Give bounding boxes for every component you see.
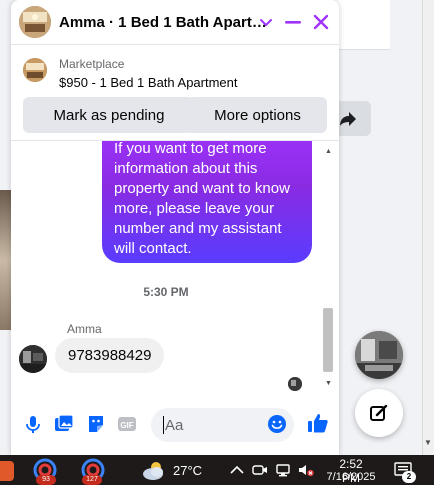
emoji-icon[interactable]: [267, 414, 287, 434]
seen-indicator-avatar: [288, 377, 302, 391]
listing-title: $950 - 1 Bed 1 Bath Apartment: [59, 75, 238, 90]
clock-date[interactable]: 7/16/2025: [324, 471, 378, 483]
message-composer: GIF: [11, 400, 339, 448]
network-icon[interactable]: [275, 463, 291, 477]
sticker-icon[interactable]: [86, 414, 106, 434]
message-timestamp: 5:30 PM: [143, 285, 189, 299]
message-thread[interactable]: If you want to get more information abou…: [11, 140, 339, 394]
camera-icon[interactable]: [252, 463, 268, 477]
chevron-up-icon[interactable]: [229, 463, 245, 477]
chat-head-avatar[interactable]: [355, 331, 403, 379]
svg-text:GIF: GIF: [120, 421, 133, 430]
weather-cloud-icon[interactable]: [141, 459, 167, 481]
compose-icon: [370, 404, 388, 421]
scroll-thumb[interactable]: [323, 308, 333, 372]
received-message-bubble[interactable]: 9783988429: [55, 338, 165, 373]
marketplace-listing[interactable]: Marketplace $950 - 1 Bed 1 Bath Apartmen…: [11, 48, 339, 92]
speaker-muted-icon[interactable]: [298, 463, 314, 477]
conversation-title[interactable]: Amma · 1 Bed 1 Bath Apart…: [59, 14, 267, 31]
scroll-up-icon[interactable]: ▲: [325, 148, 332, 155]
chat-window: Amma · 1 Bed 1 Bath Apart… Marketplace $…: [11, 0, 339, 455]
more-options-button[interactable]: More options: [188, 97, 327, 133]
chat-header: Amma · 1 Bed 1 Bath Apart…: [11, 0, 339, 45]
page-scrollbar[interactable]: [422, 0, 434, 455]
taskbar: 93 127 27°C 2:52 PM 7/16/2025 2: [0, 455, 434, 485]
photo-icon[interactable]: [54, 414, 74, 434]
close-icon[interactable]: [312, 13, 330, 31]
gif-icon[interactable]: GIF: [117, 414, 137, 434]
like-thumbs-up-icon[interactable]: [307, 412, 329, 434]
sender-name: Amma: [67, 322, 102, 336]
sent-message-bubble[interactable]: If you want to get more information abou…: [102, 141, 312, 263]
sender-avatar[interactable]: [19, 345, 47, 373]
text-caret: [163, 416, 164, 434]
notification-badge: 127: [82, 475, 102, 485]
listing-category: Marketplace: [59, 57, 125, 71]
microphone-icon[interactable]: [23, 414, 43, 434]
thread-scrollbar[interactable]: ▲ ▼: [321, 140, 335, 394]
mark-as-pending-button[interactable]: Mark as pending: [23, 97, 195, 133]
notification-count-badge: 2: [402, 471, 416, 483]
conversation-avatar[interactable]: [19, 6, 51, 38]
new-message-button[interactable]: [355, 389, 403, 437]
scroll-down-icon[interactable]: ▼: [325, 380, 332, 387]
weather-temperature[interactable]: 27°C: [173, 463, 202, 478]
background-card: [330, 0, 390, 50]
notification-badge: 93: [36, 475, 56, 485]
page-scroll-down-icon[interactable]: ▼: [424, 438, 432, 447]
minimize-icon[interactable]: [284, 13, 302, 31]
listing-thumbnail: [23, 58, 47, 82]
chevron-down-icon[interactable]: [259, 14, 273, 30]
share-icon: [339, 111, 356, 126]
taskbar-app-icon[interactable]: [0, 458, 16, 484]
